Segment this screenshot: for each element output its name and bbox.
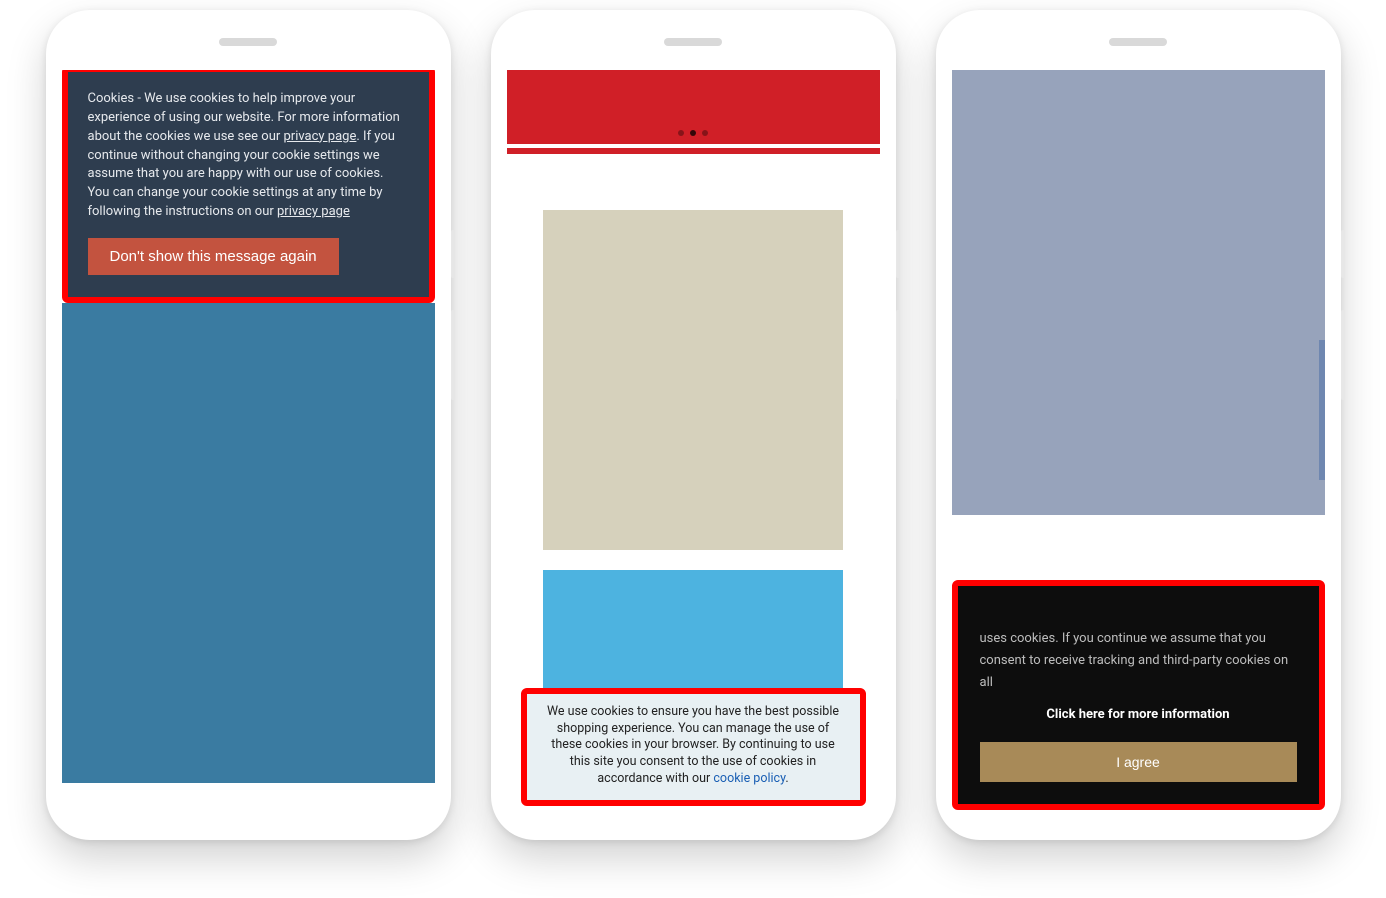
cookie-banner: We use cookies to ensure you have the be… [521, 688, 866, 806]
phone-side-button [1341, 230, 1345, 278]
privacy-link[interactable]: privacy page [277, 204, 350, 219]
phone-screen-2: our amazing We use cookies to ensure you… [507, 70, 880, 810]
cookie-policy-link[interactable]: cookie policy [713, 771, 785, 786]
phone-mockup-1: Cookies - We use cookies to help improve… [46, 10, 451, 840]
phone-screen-3: uses cookies. If you continue we assume … [952, 70, 1325, 810]
cookie-banner: uses cookies. If you continue we assume … [952, 580, 1325, 810]
cookie-text: We use cookies to ensure you have the be… [547, 704, 839, 787]
phone-mockup-2: our amazing We use cookies to ensure you… [491, 10, 896, 840]
carousel-dots[interactable] [678, 130, 708, 136]
phone-speaker [1109, 38, 1167, 46]
phone-side-button [896, 230, 900, 278]
agree-button[interactable]: I agree [980, 742, 1297, 782]
phone-mockup-3: uses cookies. If you continue we assume … [936, 10, 1341, 840]
cookie-text: Cookies - We use cookies to help improve… [88, 91, 400, 219]
more-info-link[interactable]: Click here for more information [980, 704, 1297, 726]
privacy-link[interactable]: privacy page [283, 129, 356, 144]
scrollbar-hint [1319, 340, 1325, 480]
phone-speaker [664, 38, 722, 46]
phone-speaker [219, 38, 277, 46]
page-hero-placeholder [952, 70, 1325, 515]
phone-screen-1: Cookies - We use cookies to help improve… [62, 70, 435, 810]
cookie-text: uses cookies. If you continue we assume … [980, 628, 1297, 694]
content-card-placeholder [543, 570, 843, 690]
content-card-placeholder [543, 210, 843, 550]
phone-side-button [451, 310, 455, 400]
phone-side-button [451, 230, 455, 278]
highlight-box: Cookies - We use cookies to help improve… [62, 70, 435, 303]
phone-side-button [896, 310, 900, 400]
dismiss-cookie-button[interactable]: Don't show this message again [88, 238, 339, 275]
phone-side-button [1341, 310, 1345, 400]
page-hero-placeholder [62, 303, 435, 783]
cookie-banner: Cookies - We use cookies to help improve… [68, 72, 429, 297]
page-header [507, 70, 880, 154]
